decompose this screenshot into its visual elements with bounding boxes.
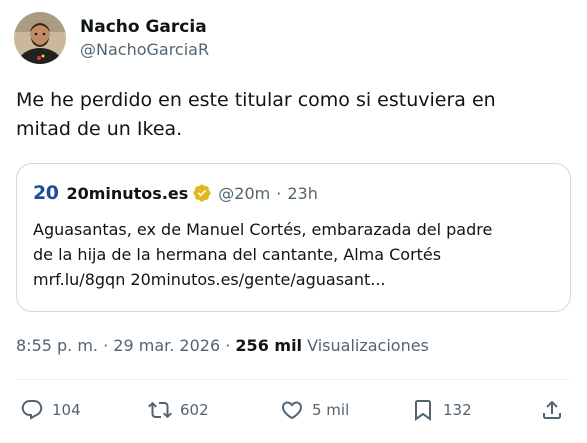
heart-icon — [281, 401, 303, 420]
meta-separator: · — [225, 336, 231, 355]
repost-button[interactable]: 602 — [148, 398, 209, 422]
bookmark-count: 132 — [443, 401, 472, 419]
meta-separator: · — [103, 336, 109, 355]
repost-count: 602 — [180, 401, 209, 419]
quoted-tweet-text: Aguasantas, ex de Manuel Cortés, embaraz… — [33, 217, 558, 292]
tweet-text-line: Me he perdido en este titular como si es… — [16, 89, 496, 111]
like-count: 5 mil — [312, 401, 350, 419]
quoted-account-name: 20minutos.es — [66, 183, 189, 203]
person-avatar-icon — [14, 12, 66, 64]
views-label: Visualizaciones — [307, 336, 429, 355]
quoted-tweet-card[interactable]: 20 20minutos.es @20m · 23h Aguasantas, e… — [16, 163, 571, 312]
tweet-header: Nacho Garcia @NachoGarciaR — [14, 12, 209, 64]
author-handle[interactable]: @NachoGarciaR — [80, 40, 209, 60]
bookmark-icon — [415, 400, 431, 421]
tweet-time[interactable]: 8:55 p. m. — [16, 336, 98, 355]
views-count: 256 mil — [235, 336, 303, 355]
reply-count: 104 — [52, 401, 81, 419]
tweet-date[interactable]: 29 mar. 2026 — [113, 336, 220, 355]
divider — [16, 379, 571, 380]
bookmark-button[interactable]: 132 — [411, 398, 472, 422]
reply-icon — [21, 400, 43, 420]
tweet-text: Me he perdido en este titular como si es… — [16, 86, 571, 144]
repost-icon — [148, 401, 172, 419]
quoted-text-line: mrf.lu/8gqn 20minutos.es/gente/aguasant.… — [33, 270, 386, 289]
quoted-text-line: de la hija de la hermana del cantante, A… — [33, 245, 442, 264]
author-names: Nacho Garcia @NachoGarciaR — [80, 17, 209, 60]
tweet-text-line: mitad de un Ikea. — [16, 118, 183, 140]
gold-verified-badge-icon — [193, 184, 211, 202]
action-bar: 104 602 5 mil 132 — [16, 398, 571, 428]
tweet-meta: 8:55 p. m. · 29 mar. 2026 · 256 mil Visu… — [16, 336, 429, 355]
like-button[interactable]: 5 mil — [280, 398, 349, 422]
share-icon — [543, 400, 561, 419]
quoted-tweet-time: 23h — [287, 183, 318, 203]
reply-button[interactable]: 104 — [20, 398, 81, 422]
quoted-account-logo: 20 — [33, 182, 59, 204]
quoted-tweet-header: 20 20minutos.es @20m · 23h — [33, 182, 318, 204]
quoted-text-line: Aguasantas, ex de Manuel Cortés, embaraz… — [33, 220, 493, 239]
quoted-meta-separator: · — [276, 183, 282, 203]
share-button[interactable] — [540, 398, 564, 422]
author-display-name[interactable]: Nacho Garcia — [80, 17, 209, 37]
quoted-account-handle: @20m — [218, 183, 271, 203]
author-avatar[interactable] — [14, 12, 66, 64]
